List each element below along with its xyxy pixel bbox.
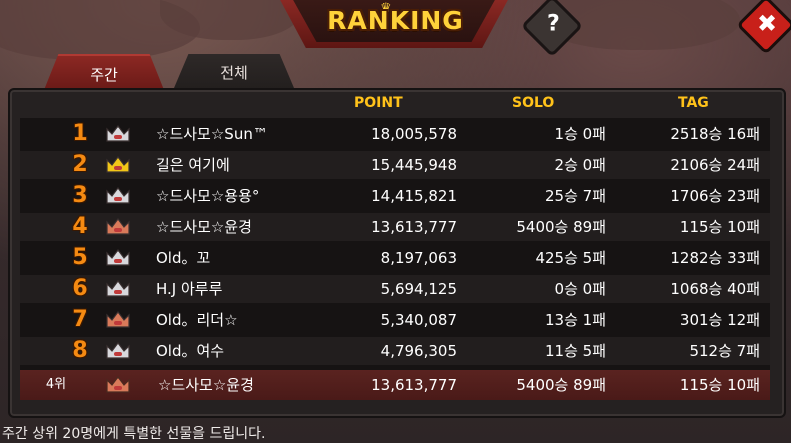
crown-icon — [106, 156, 130, 173]
player-tag-record: 1282승 33패 — [670, 249, 760, 267]
rank-number: 2 — [72, 152, 88, 177]
player-solo-record: 425승 5패 — [535, 249, 606, 267]
rank-number: 8 — [72, 338, 88, 363]
player-point: 4,796,305 — [380, 342, 457, 360]
player-point: 18,005,578 — [371, 125, 457, 143]
ranking-row[interactable]: 1 ☆드사모☆Sun™ 18,005,578 1승 0패 2518승 16패 — [20, 120, 770, 148]
player-solo-record: 1승 0패 — [554, 125, 606, 143]
player-name: ☆드사모☆윤경 — [158, 376, 254, 394]
player-name: Old。꼬 — [156, 249, 211, 267]
player-name: Old。여수 — [156, 342, 225, 360]
player-tag-record: 512승 7패 — [689, 342, 760, 360]
rank-number: 3 — [72, 183, 88, 208]
rank-number: 4위 — [45, 377, 67, 392]
player-solo-record: 0승 0패 — [554, 280, 606, 298]
player-solo-record: 5400승 89패 — [516, 218, 606, 236]
player-name: ☆드사모☆Sun™ — [156, 125, 268, 143]
help-icon: ? — [547, 11, 560, 37]
crown-icon — [106, 342, 130, 359]
ranking-row[interactable]: 5 Old。꼬 8,197,063 425승 5패 1282승 33패 — [20, 244, 770, 272]
crown-icon — [106, 311, 130, 328]
player-point: 13,613,777 — [371, 218, 457, 236]
player-solo-record: 2승 0패 — [554, 156, 606, 174]
crown-icon — [106, 125, 130, 142]
rank-number: 1 — [72, 121, 88, 146]
my-rank-row: 4위 ☆드사모☆윤경 13,613,777 5400승 89패 115승 10패 — [20, 370, 770, 400]
player-point: 15,445,948 — [371, 156, 457, 174]
footer-notice: 주간 상위 20명에게 특별한 선물을 드립니다. — [2, 426, 266, 442]
column-header-point: POINT — [354, 95, 403, 111]
player-solo-record: 5400승 89패 — [516, 376, 606, 394]
player-solo-record: 11승 5패 — [545, 342, 606, 360]
crown-icon — [106, 280, 130, 297]
player-name: Old。리더☆ — [156, 311, 238, 329]
player-tag-record: 301승 12패 — [679, 311, 760, 329]
player-point: 5,694,125 — [380, 280, 457, 298]
ranking-row[interactable]: 4 ☆드사모☆윤경 13,613,777 5400승 89패 115승 10패 — [20, 213, 770, 241]
player-name: ☆드사모☆용용° — [156, 187, 260, 205]
player-name: ☆드사모☆윤경 — [156, 218, 252, 236]
crown-icon — [106, 187, 130, 204]
crown-icon — [106, 376, 130, 393]
player-tag-record: 115승 10패 — [679, 218, 760, 236]
close-button[interactable]: ✖ — [736, 0, 791, 55]
player-point: 13,613,777 — [371, 376, 457, 394]
ranking-row[interactable]: 8 Old。여수 4,796,305 11승 5패 512승 7패 — [20, 337, 770, 365]
rank-number: 4 — [72, 214, 88, 239]
player-name: 길은 여기에 — [156, 156, 230, 174]
rank-number: 7 — [72, 307, 88, 332]
player-point: 14,415,821 — [371, 187, 457, 205]
ranking-row[interactable]: 2 길은 여기에 15,445,948 2승 0패 2106승 24패 — [20, 151, 770, 179]
player-tag-record: 1706승 23패 — [670, 187, 760, 205]
player-tag-record: 115승 10패 — [679, 376, 760, 394]
ranking-row[interactable]: 6 H.J 아루루 5,694,125 0승 0패 1068승 40패 — [20, 275, 770, 303]
rank-number: 6 — [72, 276, 88, 301]
ranking-row[interactable]: 3 ☆드사모☆용용° 14,415,821 25승 7패 1706승 23패 — [20, 182, 770, 210]
player-point: 8,197,063 — [380, 249, 457, 267]
tab-all[interactable]: 전체 — [174, 54, 294, 88]
player-tag-record: 2518승 16패 — [670, 125, 760, 143]
rank-number: 5 — [72, 245, 88, 270]
ranking-row[interactable]: 7 Old。리더☆ 5,340,087 13승 1패 301승 12패 — [20, 306, 770, 334]
player-solo-record: 25승 7패 — [545, 187, 606, 205]
close-icon: ✖ — [756, 9, 778, 38]
player-tag-record: 2106승 24패 — [670, 156, 760, 174]
crown-icon — [106, 249, 130, 266]
page-title: RANKING — [327, 6, 464, 35]
player-tag-record: 1068승 40패 — [670, 280, 760, 298]
player-solo-record: 13승 1패 — [545, 311, 606, 329]
tab-weekly[interactable]: 주간 — [44, 54, 164, 90]
column-header-tag: TAG — [678, 95, 709, 111]
player-point: 5,340,087 — [380, 311, 457, 329]
crown-icon — [106, 218, 130, 235]
player-name: H.J 아루루 — [156, 280, 223, 298]
column-header-solo: SOLO — [512, 95, 555, 111]
